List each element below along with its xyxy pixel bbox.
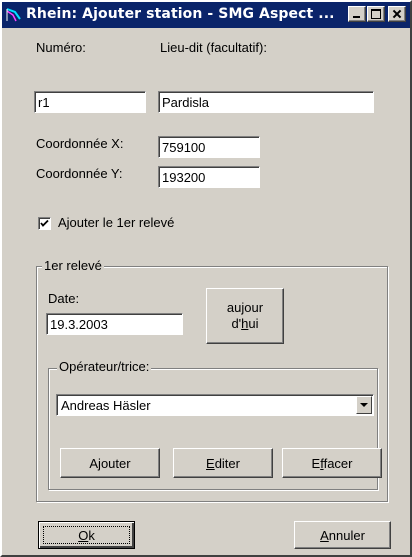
date-field[interactable]: 19.3.2003	[46, 313, 183, 335]
cancel-button[interactable]: Annuler	[294, 521, 391, 549]
delete-operateur-label: Effacer	[311, 455, 353, 471]
add-first-releve-label: Ajouter le 1er relevé	[58, 215, 175, 230]
today-button[interactable]: aujour d'hui	[206, 288, 284, 344]
today-button-line1: aujour	[226, 300, 264, 315]
lieu-dit-field[interactable]: Pardisla	[158, 91, 374, 113]
operateur-select[interactable]: Andreas Häsler	[56, 394, 374, 416]
date-label: Date:	[48, 291, 80, 306]
delete-operateur-button[interactable]: Effacer	[282, 448, 382, 478]
ok-button[interactable]: Ok	[38, 521, 135, 549]
ok-button-label: Ok	[78, 527, 95, 543]
minimize-icon[interactable]	[348, 6, 366, 22]
title-bar[interactable]: Rhein: Ajouter station - SMG Aspect ...	[2, 2, 410, 28]
cancel-button-label: Annuler	[320, 527, 365, 543]
edit-operateur-button[interactable]: Editer	[173, 448, 273, 478]
operateur-group-title: Opérateur/trice:	[57, 359, 152, 374]
edit-operateur-label: Editer	[206, 455, 240, 471]
dialog-window: Rhein: Ajouter station - SMG Aspect ... …	[0, 0, 412, 557]
add-first-releve-checkbox[interactable]	[38, 217, 51, 230]
add-operateur-label: Ajouter	[89, 455, 131, 471]
coord-x-label: Coordonnée X:	[36, 136, 124, 151]
close-icon[interactable]	[388, 6, 406, 22]
numero-label: Numéro:	[36, 40, 86, 55]
today-button-line2: d'hui	[231, 316, 259, 331]
coord-y-field[interactable]: 193200	[158, 166, 260, 188]
maximize-icon[interactable]	[367, 6, 385, 22]
first-releve-group-title: 1er relevé	[42, 258, 104, 273]
coord-y-label: Coordonnée Y:	[36, 166, 123, 181]
window-title: Rhein: Ajouter station - SMG Aspect ...	[26, 6, 335, 22]
coord-x-field[interactable]: 759100	[158, 136, 260, 158]
add-operateur-button[interactable]: Ajouter	[60, 448, 160, 478]
operateur-selected-value: Andreas Häsler	[61, 398, 151, 413]
checkmark-icon	[40, 219, 49, 227]
lieu-dit-label: Lieu-dit (facultatif):	[160, 40, 267, 55]
numero-field[interactable]: r1	[34, 91, 146, 113]
chevron-down-icon[interactable]	[356, 396, 372, 414]
app-logo-icon	[6, 8, 21, 22]
